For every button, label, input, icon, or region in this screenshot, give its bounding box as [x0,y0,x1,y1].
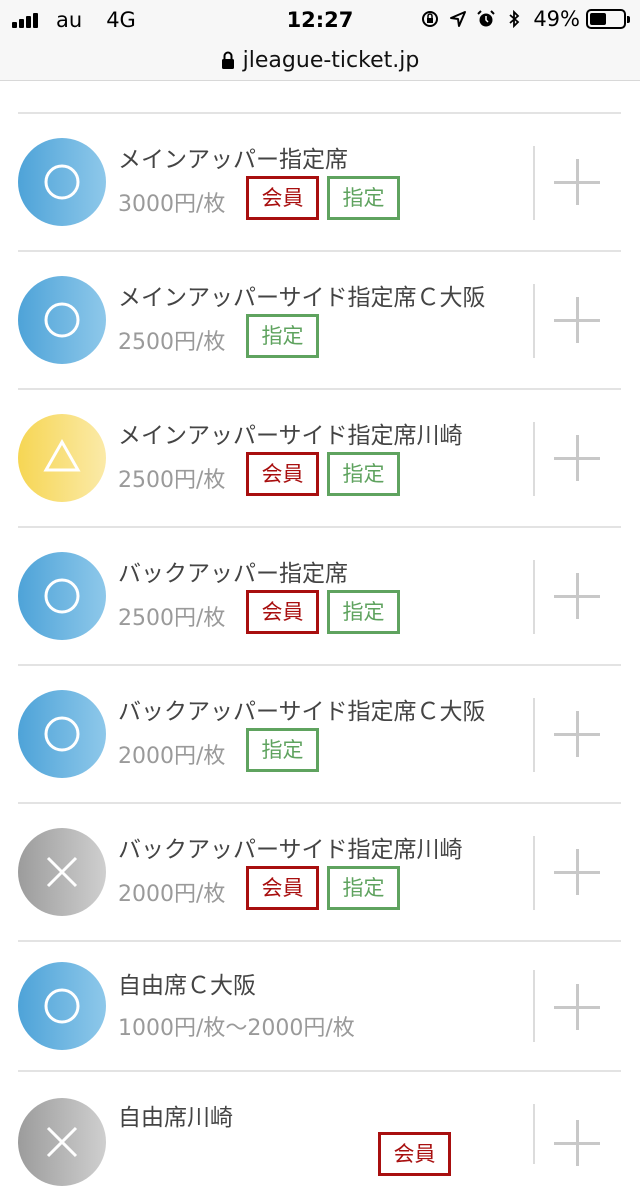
member-tag: 会員 [246,866,319,910]
member-tag: 会員 [246,452,319,496]
url-text: jleague-ticket.jp [242,47,420,73]
sold-out-cross-icon [18,828,106,916]
sold-out-cross-icon [18,1098,106,1186]
bluetooth-icon [509,10,520,28]
ticket-price: 1000円/枚～2000円/枚 [118,1016,355,1041]
reserved-tag: 指定 [327,590,400,634]
available-circle-icon [18,552,106,640]
ticket-row[interactable]: メインアッパーサイド指定席Ｃ大阪 2500円/枚 指定 [18,250,621,390]
reserved-tag: 指定 [327,866,400,910]
member-tag: 会員 [246,590,319,634]
ticket-name: 自由席Ｃ大阪 [118,973,256,999]
ticket-price: 2500円/枚 [118,330,226,355]
reserved-tag: 指定 [327,452,400,496]
member-tag: 会員 [378,1132,451,1176]
ticket-price: 3000円/枚 [118,192,226,217]
add-ticket-plus-icon[interactable] [554,297,600,343]
ticket-name: バックアッパーサイド指定席Ｃ大阪 [118,699,486,725]
ticket-row[interactable]: メインアッパー指定席 3000円/枚 会員 指定 [18,112,621,252]
available-circle-icon [18,962,106,1050]
divider [533,1104,535,1164]
available-circle-icon [18,690,106,778]
ticket-price: 2500円/枚 [118,606,226,631]
ticket-name: メインアッパー指定席 [118,147,348,173]
divider [533,836,535,910]
add-ticket-plus-icon[interactable] [554,984,600,1030]
divider [533,970,535,1042]
divider [533,560,535,634]
address-bar[interactable]: jleague-ticket.jp [0,40,640,81]
ticket-row[interactable]: 自由席川崎 会員 [18,1070,621,1186]
reserved-tag: 指定 [246,728,319,772]
ticket-row[interactable]: 自由席Ｃ大阪 1000円/枚～2000円/枚 [18,940,621,1072]
ticket-price: 2000円/枚 [118,744,226,769]
available-circle-icon [18,276,106,364]
ticket-name: メインアッパーサイド指定席川崎 [118,423,463,449]
ticket-row[interactable]: バックアッパーサイド指定席Ｃ大阪 2000円/枚 指定 [18,664,621,804]
few-left-triangle-icon [18,414,106,502]
member-tag: 会員 [246,176,319,220]
ticket-name: バックアッパーサイド指定席川崎 [118,837,463,863]
ticket-name: 自由席川崎 [118,1105,233,1131]
add-ticket-plus-icon[interactable] [554,159,600,205]
alarm-icon [477,10,496,27]
available-circle-icon [18,138,106,226]
ticket-price: 2000円/枚 [118,882,226,907]
add-ticket-plus-icon[interactable] [554,711,600,757]
add-ticket-plus-icon[interactable] [554,849,600,895]
add-ticket-plus-icon[interactable] [554,573,600,619]
reserved-tag: 指定 [327,176,400,220]
ticket-name: バックアッパー指定席 [118,561,348,587]
divider [533,698,535,772]
divider [533,422,535,496]
reserved-tag: 指定 [246,314,319,358]
orientation-lock-icon [422,11,439,27]
ticket-price: 2500円/枚 [118,468,226,493]
ticket-row[interactable]: メインアッパーサイド指定席川崎 2500円/枚 会員 指定 [18,388,621,528]
divider [533,284,535,358]
status-bar: au 4G 12:27 49% [0,0,640,40]
divider [533,146,535,220]
battery-icon [586,9,630,29]
add-ticket-plus-icon[interactable] [554,1120,600,1166]
lock-icon [221,51,234,69]
location-icon [450,11,467,27]
add-ticket-plus-icon[interactable] [554,435,600,481]
battery-percentage: 49% [533,7,580,31]
ticket-name: メインアッパーサイド指定席Ｃ大阪 [118,285,486,311]
ticket-row[interactable]: バックアッパーサイド指定席川崎 2000円/枚 会員 指定 [18,802,621,942]
ticket-row[interactable]: バックアッパー指定席 2500円/枚 会員 指定 [18,526,621,666]
